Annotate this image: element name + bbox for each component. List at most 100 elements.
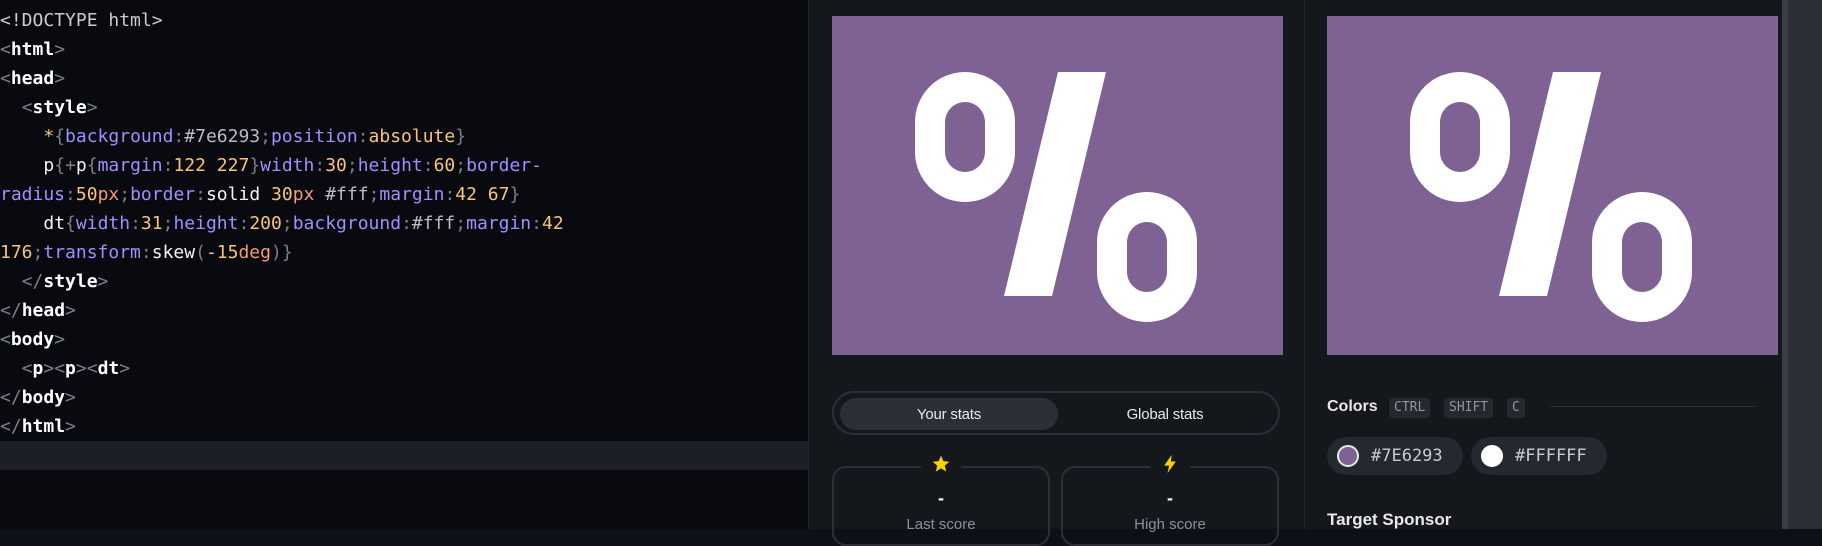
code-token: : <box>65 184 76 205</box>
high-score-card: - High score <box>1061 454 1279 546</box>
color-swatch-purple[interactable]: #7E6293 <box>1327 437 1463 475</box>
code-editor[interactable]: <!DOCTYPE html> <html> <head> <style> *{ba… <box>0 0 808 529</box>
code-token: radius <box>0 184 66 205</box>
code-line[interactable]: <p><p><dt> <box>0 354 808 383</box>
code-token: body <box>21 387 66 408</box>
code-token: ; <box>455 213 467 234</box>
code-token: : <box>401 213 412 234</box>
code-line[interactable]: <body> <box>0 325 808 354</box>
last-score-label: Last score <box>906 516 976 533</box>
percent-shape-output <box>915 72 1197 322</box>
code-line[interactable]: <html> <box>0 35 808 64</box>
code-token: absolute <box>368 126 456 147</box>
code-token: ; <box>119 184 131 205</box>
lightning-icon <box>1150 454 1190 479</box>
code-token: p <box>43 155 55 176</box>
code-token: border- <box>466 155 542 176</box>
code-token: 60 <box>433 155 456 176</box>
code-line[interactable]: p{+p{margin:122 227}width:30;height:60;b… <box>0 151 808 180</box>
code-token: transform <box>43 242 141 263</box>
code-token: head <box>21 300 66 321</box>
shortcut-key-shift: SHIFT <box>1444 398 1494 418</box>
colors-heading: Colors <box>1327 398 1378 415</box>
code-token: > <box>86 97 98 118</box>
code-token: ; <box>281 213 293 234</box>
percent-shape-target <box>1410 72 1692 322</box>
code-line[interactable]: </head> <box>0 296 808 325</box>
tab-global-stats[interactable]: Global stats <box>1056 398 1274 430</box>
code-token: p <box>75 155 87 176</box>
code-line[interactable]: </style> <box>0 267 808 296</box>
target-preview <box>1327 16 1778 355</box>
last-score-card: - Last score <box>832 454 1050 546</box>
code-line[interactable]: 176;transform:skew(-15deg)} <box>0 238 808 267</box>
code-token: width <box>75 213 131 234</box>
code-token: } <box>509 184 521 205</box>
code-token: > <box>119 358 131 379</box>
code-token: < <box>0 39 11 60</box>
code-token: px <box>97 184 120 205</box>
code-token: * <box>43 126 55 147</box>
code-line[interactable]: </html> <box>0 412 808 441</box>
code-token: ; <box>162 213 174 234</box>
code-token: head <box>10 68 55 89</box>
code-content[interactable]: <!DOCTYPE html> <html> <head> <style> *{ba… <box>0 6 808 470</box>
code-line[interactable]: dt{width:31;height:200;background:#fff;m… <box>0 209 808 238</box>
shortcut-key-ctrl: CTRL <box>1389 398 1431 418</box>
code-token: : <box>357 126 369 147</box>
high-score-label: High score <box>1134 516 1206 533</box>
code-token: margin <box>466 213 532 234</box>
code-line[interactable]: radius:50px;border:solid 30px #fff;margi… <box>0 180 808 209</box>
code-token: ; <box>32 242 44 263</box>
code-token: background <box>292 213 402 234</box>
code-token: margin <box>379 184 445 205</box>
target-sponsor-heading: Target Sponsor <box>1327 510 1452 529</box>
code-token: < <box>0 68 11 89</box>
code-line[interactable]: </body> <box>0 383 808 412</box>
code-line[interactable]: <style> <box>0 93 808 122</box>
code-token: > <box>97 271 109 292</box>
high-score-value: - <box>1167 488 1173 508</box>
color-swatch-white[interactable]: #FFFFFF <box>1471 437 1607 475</box>
tab-your-stats[interactable]: Your stats <box>840 398 1058 430</box>
code-token: : <box>140 242 152 263</box>
code-token: : <box>531 213 542 234</box>
code-token: : <box>130 213 141 234</box>
code-token: border <box>130 184 196 205</box>
code-token: -15 <box>205 242 239 263</box>
code-token: skew <box>151 242 196 263</box>
output-preview[interactable] <box>832 16 1283 355</box>
code-token: ; <box>260 126 271 147</box>
code-token: style <box>43 271 98 292</box>
code-token: 176 <box>0 242 33 263</box>
code-token: 31 <box>140 213 163 234</box>
code-token: 200 <box>249 213 282 234</box>
scrollbar-track[interactable] <box>1782 0 1822 529</box>
code-token: ( <box>195 242 206 263</box>
code-token: : <box>195 184 206 205</box>
code-token: } <box>281 242 293 263</box>
code-line[interactable]: <head> <box>0 64 808 93</box>
code-line[interactable]: *{background:#7e6293;position:absolute} <box>0 122 808 151</box>
code-token: 30 <box>271 184 293 205</box>
output-lower-hole <box>1127 222 1167 292</box>
output-slash <box>1004 72 1106 296</box>
code-token: > <box>54 329 66 350</box>
code-line[interactable] <box>0 441 808 470</box>
code-token: px <box>292 184 326 205</box>
code-token: dt <box>97 358 120 379</box>
code-token: height <box>173 213 239 234</box>
code-token: : <box>238 213 250 234</box>
code-token: >< <box>75 358 98 379</box>
code-token: height <box>357 155 423 176</box>
code-token: } <box>455 126 467 147</box>
scrollbar-thumb[interactable] <box>1782 0 1788 529</box>
code-line[interactable]: <!DOCTYPE html> <box>0 6 808 35</box>
code-token: p <box>32 358 44 379</box>
code-token: { <box>65 213 76 234</box>
code-token: { <box>86 155 98 176</box>
code-token: </ <box>0 387 22 408</box>
